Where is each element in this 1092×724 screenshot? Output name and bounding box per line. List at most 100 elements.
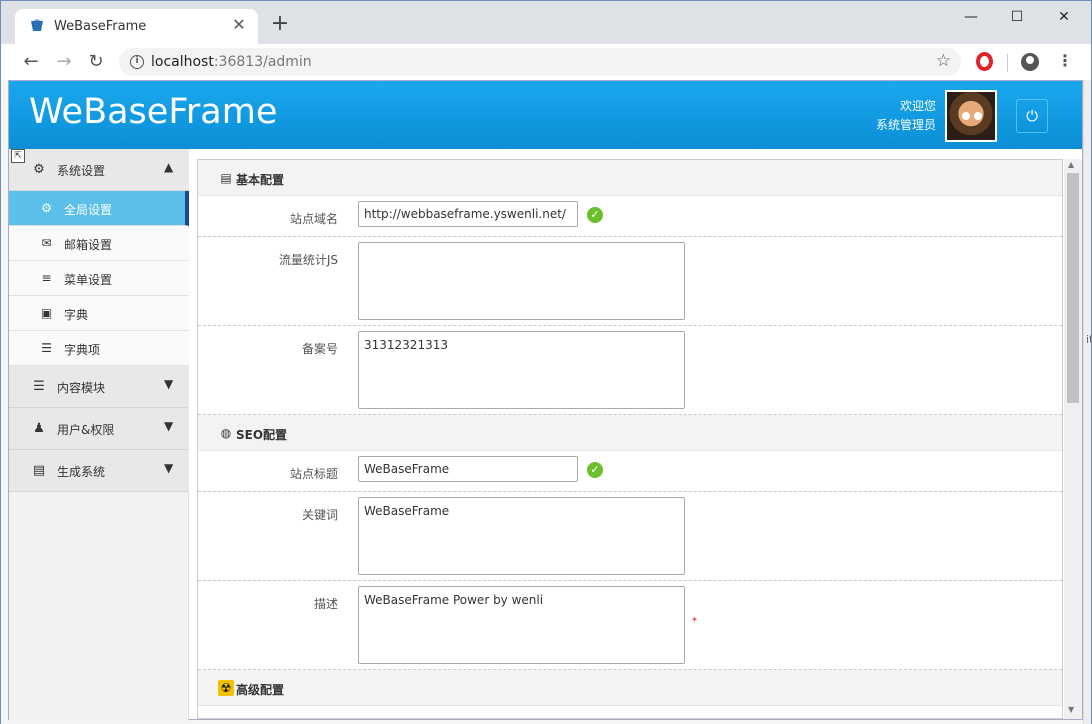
edge-text: it (1086, 333, 1091, 346)
settings-form: ▤ 基本配置 站点域名 ✓ 流量统计JS 备案号 31312321313 (197, 159, 1063, 719)
mail-icon: ✉ (41, 236, 52, 250)
field-row-stats-js: 流量统计JS (198, 237, 1062, 326)
browser-window: WeBaseFrame ✕ + — ☐ ✕ ← → ↻ i localhost:… (0, 0, 1092, 724)
sidebar-group-label: 生成系统 (57, 465, 106, 479)
icp-number-textarea[interactable]: 31312321313 (358, 331, 685, 409)
sidebar-item-global-settings[interactable]: ⚙ 全局设置 (9, 191, 189, 226)
address-bar[interactable]: i localhost:36813/admin ☆ (119, 48, 961, 76)
sidebar-item-dictionary[interactable]: ▣ 字典 (9, 296, 189, 331)
radiation-icon: ☢ (218, 680, 234, 696)
field-row-keywords: 关键词 WeBaseFrame (198, 492, 1062, 581)
avatar[interactable] (945, 90, 997, 142)
field-row-icp: 备案号 31312321313 (198, 326, 1062, 415)
field-label: 关键词 (301, 508, 338, 522)
site-info-icon[interactable]: i (130, 55, 144, 69)
sidebar-item-label: 字典 (64, 308, 89, 322)
back-arrow-icon[interactable]: ← (20, 51, 42, 73)
gear-icon: ⚙ (33, 162, 45, 177)
site-title-input[interactable] (358, 456, 578, 482)
close-window-icon[interactable]: ✕ (1054, 7, 1074, 27)
stats-js-textarea[interactable] (358, 242, 685, 320)
tab-strip: WeBaseFrame ✕ + — ☐ ✕ (1, 1, 1091, 44)
section-title: 基本配置 (236, 173, 285, 187)
field-label: 站点域名 (289, 212, 338, 226)
list-icon: ☰ (33, 379, 45, 394)
sidebar-item-label: 邮箱设置 (64, 238, 113, 252)
sidebar-group-label: 内容模块 (57, 381, 106, 395)
welcome-greeting: 欢迎您 (899, 99, 936, 113)
sidebar-item-label: 菜单设置 (64, 273, 113, 287)
page-viewport: WeBaseFrame 欢迎您 系统管理员 ⏻ ⚙ 系统设置 ▲ ⇱ ⚙ 全局设… (1, 80, 1091, 724)
section-advanced-config: ☢ 高级配置 (198, 670, 1062, 706)
close-tab-icon[interactable]: ✕ (230, 16, 248, 34)
welcome-text: 欢迎您 系统管理员 (876, 97, 936, 135)
toolbar-divider (1007, 54, 1008, 72)
scroll-down-icon[interactable]: ▼ (1068, 705, 1074, 714)
valid-check-icon: ✓ (587, 207, 603, 223)
url-host: localhost (151, 54, 214, 70)
site-domain-input[interactable] (358, 201, 578, 227)
favicon-icon (31, 19, 43, 31)
brand-title: WeBaseFrame (29, 92, 278, 132)
reload-icon[interactable]: ↻ (85, 51, 107, 73)
sidebar-group-content-modules[interactable]: ☰ 内容模块 ▼ (9, 366, 189, 408)
sidebar-group-label: 系统设置 (57, 164, 106, 178)
required-marker: * (692, 616, 697, 627)
sidebar-group-system-settings[interactable]: ⚙ 系统设置 ▲ (9, 149, 189, 191)
content-scrollbar[interactable]: ▲ ▼ (1064, 159, 1082, 719)
browser-menu-icon[interactable]: ⋮ (1057, 51, 1073, 70)
chevron-down-icon: ▼ (164, 377, 174, 391)
description-textarea[interactable]: WeBaseFrame Power by wenli (358, 586, 685, 664)
gear-icon: ⚙ (41, 201, 52, 215)
tab-title: WeBaseFrame (54, 19, 147, 34)
avatar-eye-left (962, 112, 970, 120)
chevron-up-icon: ▲ (164, 160, 174, 174)
scroll-up-icon[interactable]: ▲ (1068, 160, 1074, 169)
browser-toolbar: ← → ↻ i localhost:36813/admin ☆ ⋮ (1, 44, 1091, 80)
sidebar-group-generate-system[interactable]: ▤ 生成系统 ▼ (9, 450, 189, 492)
url-path: :36813/admin (213, 54, 312, 70)
user-icon: ♟ (33, 421, 45, 436)
forward-arrow-icon[interactable]: → (53, 51, 75, 73)
bookmark-star-icon[interactable]: ☆ (936, 51, 951, 71)
sidebar-item-label: 全局设置 (64, 203, 113, 217)
url-text: localhost:36813/admin (151, 54, 312, 70)
browser-tab[interactable]: WeBaseFrame ✕ (15, 9, 258, 44)
app-header: WeBaseFrame 欢迎您 系统管理员 ⏻ (9, 81, 1082, 149)
opera-extension-icon[interactable] (976, 52, 993, 71)
collapse-sidebar-icon[interactable]: ⇱ (11, 149, 25, 163)
chevron-down-icon: ▼ (164, 419, 174, 433)
profile-icon[interactable] (1021, 53, 1039, 71)
section-basic-config: ▤ 基本配置 (198, 160, 1062, 196)
section-seo-config: ◍ SEO配置 (198, 415, 1062, 451)
field-row-site-domain: 站点域名 ✓ (198, 196, 1062, 237)
page-scrollbar[interactable]: it (1083, 80, 1091, 724)
dictionary-icon: ▣ (40, 306, 53, 320)
sidebar-item-mail-settings[interactable]: ✉ 邮箱设置 (9, 226, 189, 261)
sidebar-item-menu-settings[interactable]: ≡ 菜单设置 (9, 261, 189, 296)
avatar-eye-right (974, 112, 982, 120)
field-label: 站点标题 (289, 467, 338, 481)
new-tab-button[interactable]: + (269, 13, 291, 36)
field-label: 描述 (313, 597, 338, 611)
field-row-site-title: 站点标题 ✓ (198, 451, 1062, 492)
logout-power-button[interactable]: ⏻ (1016, 99, 1048, 133)
maximize-window-icon[interactable]: ☐ (1007, 7, 1027, 27)
sidebar-item-dictionary-items[interactable]: ☰ 字典项 (9, 331, 189, 366)
valid-check-icon: ✓ (587, 462, 603, 478)
field-row-description: 描述 WeBaseFrame Power by wenli * (198, 581, 1062, 670)
welcome-username: 系统管理员 (875, 118, 936, 132)
scrollbar-thumb[interactable] (1067, 173, 1079, 403)
sidebar: ⚙ 系统设置 ▲ ⇱ ⚙ 全局设置 ✉ 邮箱设置 ≡ 菜单设置 ▣ 字典 ☰ 字… (9, 149, 189, 721)
minimize-window-icon[interactable]: — (961, 7, 981, 27)
document-icon: ▤ (32, 463, 46, 478)
sidebar-group-users-permissions[interactable]: ♟ 用户&权限 ▼ (9, 408, 189, 450)
sidebar-group-label: 用户&权限 (57, 423, 115, 437)
document-icon: ▤ (220, 171, 232, 185)
keywords-textarea[interactable]: WeBaseFrame (358, 497, 685, 575)
admin-page: WeBaseFrame 欢迎您 系统管理员 ⏻ ⚙ 系统设置 ▲ ⇱ ⚙ 全局设… (8, 80, 1083, 721)
field-label: 备案号 (301, 342, 338, 356)
chevron-down-icon: ▼ (164, 461, 174, 475)
section-title: SEO配置 (236, 428, 288, 442)
list-icon: ☰ (41, 341, 52, 355)
